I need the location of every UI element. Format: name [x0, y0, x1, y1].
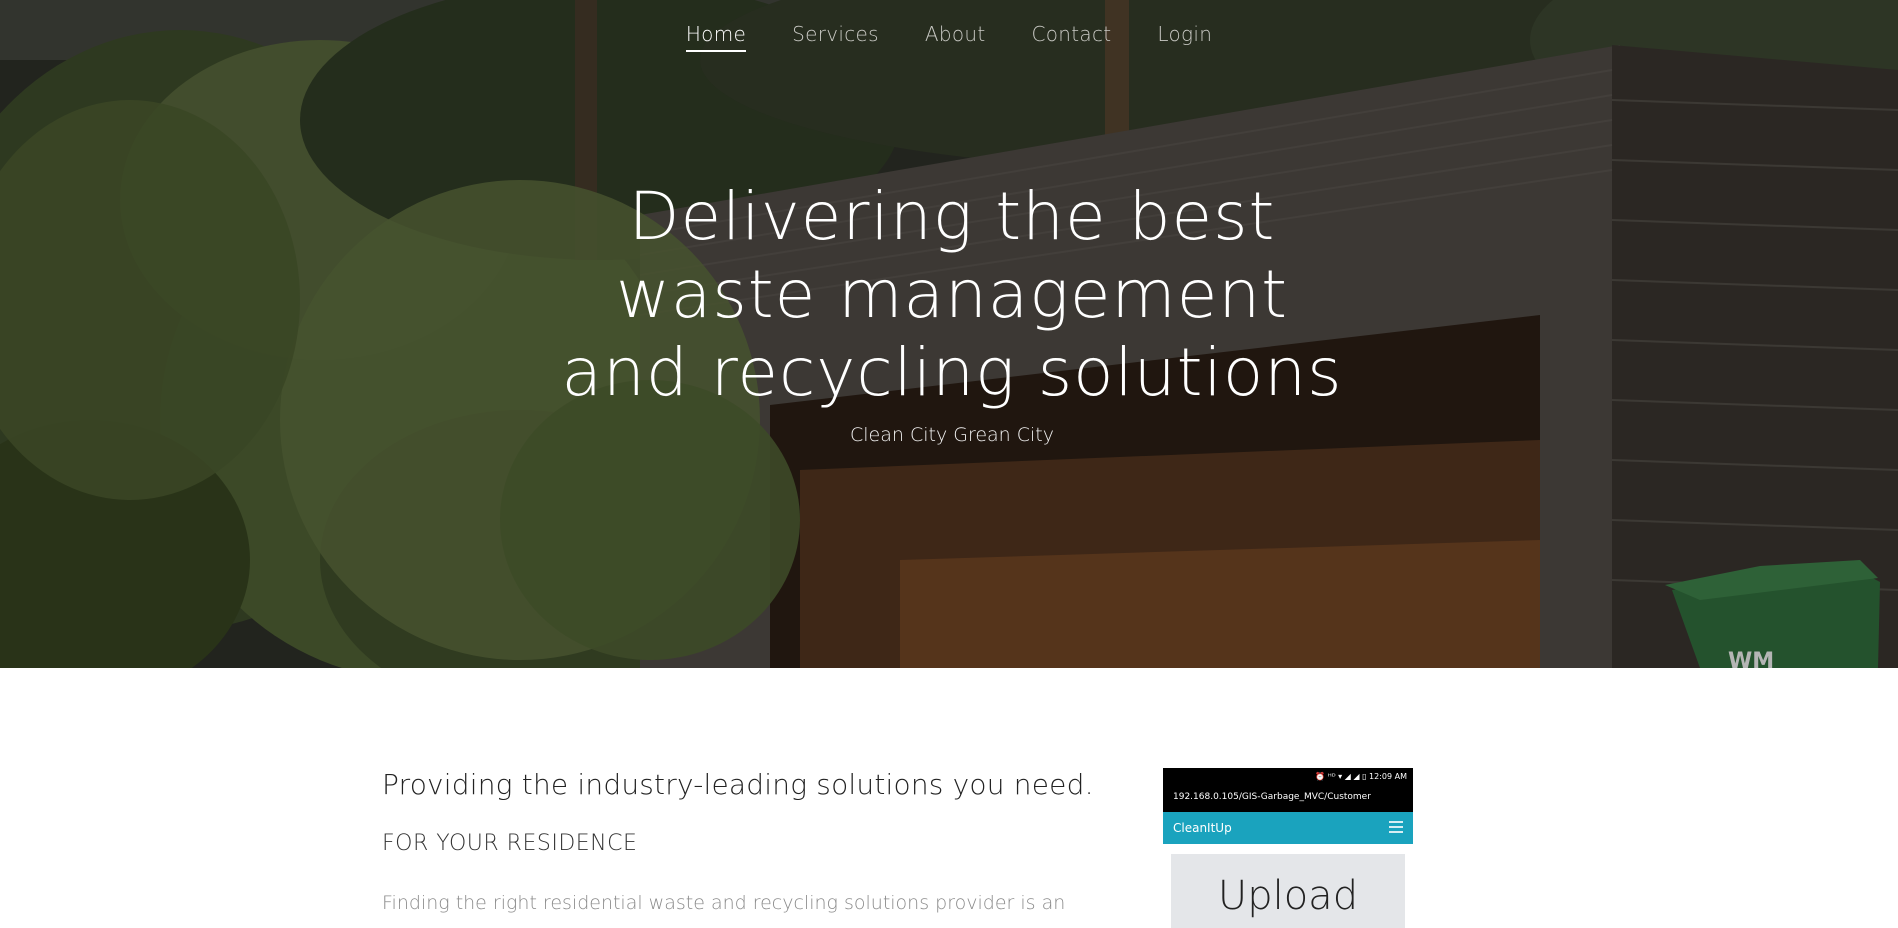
phone-url-bar: 192.168.0.105/GIS-Garbage_MVC/Customer	[1163, 786, 1413, 812]
phone-screenshot: ⏰ ᴴᴰ ▾ ◢ ◢ ▯ 12:09 AM 192.168.0.105/GIS-…	[1163, 768, 1413, 928]
phone-app-name: CleanItUp	[1173, 821, 1232, 835]
phone-app-bar: CleanItUp	[1163, 812, 1413, 844]
hero-title-line-3: and recycling solutions	[561, 334, 1343, 411]
nav-link-services[interactable]: Services	[769, 22, 902, 50]
hero-title-line-2: waste management	[615, 256, 1289, 333]
section-paragraph: Finding the right residential waste and …	[382, 892, 1066, 914]
phone-status-bar: ⏰ ᴴᴰ ▾ ◢ ◢ ▯ 12:09 AM	[1163, 768, 1413, 786]
section-subheading: FOR YOUR RESIDENCE	[382, 831, 638, 856]
hero-title-line-1: Delivering the best	[628, 178, 1276, 255]
residence-section: Providing the industry-leading solutions…	[0, 668, 1898, 928]
nav-link-about[interactable]: About	[902, 22, 1009, 50]
hero-section: WM Home Services About Contact Login Del…	[0, 0, 1898, 668]
nav-link-contact[interactable]: Contact	[1008, 22, 1134, 50]
hero-title: Delivering the best waste management and…	[0, 178, 1898, 412]
section-heading: Providing the industry-leading solutions…	[382, 768, 1094, 801]
hero-subtitle: Clean City Grean City	[849, 424, 1054, 446]
main-navigation: Home Services About Contact Login	[0, 22, 1898, 52]
phone-upload-label: Upload	[1171, 854, 1405, 928]
nav-link-login[interactable]: Login	[1134, 22, 1235, 50]
nav-link-home[interactable]: Home	[663, 22, 769, 52]
hamburger-menu-icon	[1389, 821, 1403, 833]
